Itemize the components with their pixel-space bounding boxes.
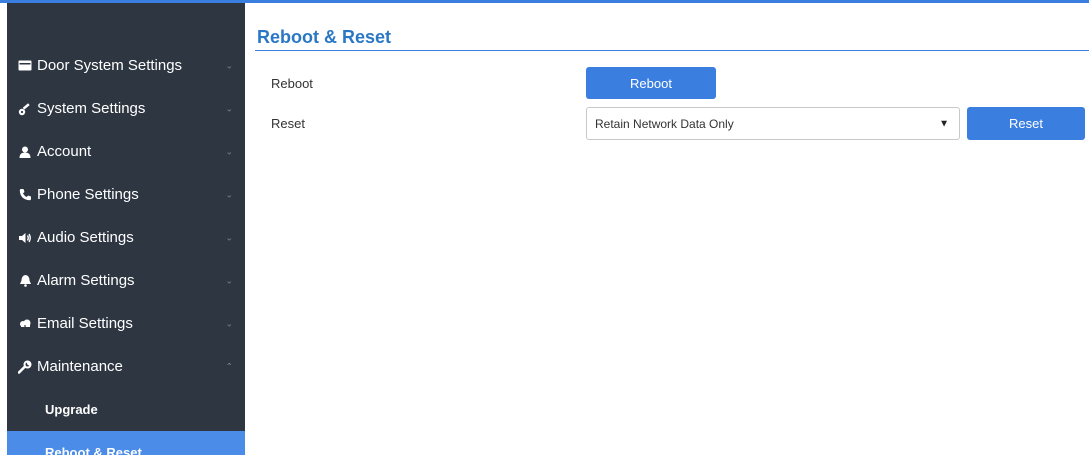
chevron-up-icon: ⌃ — [225, 361, 233, 371]
chevron-down-icon: ⌄ — [225, 103, 233, 113]
reset-mode-selected-value: Retain Network Data Only — [595, 116, 734, 131]
sidebar-item-label: Phone Settings — [37, 186, 139, 203]
door-icon — [17, 59, 33, 73]
sidebar-item-phone-settings[interactable]: Phone Settings ⌄ — [7, 173, 245, 216]
reset-mode-select[interactable]: Retain Network Data Only ▼ — [586, 107, 960, 140]
settings-key-icon — [17, 102, 33, 116]
sidebar-item-account[interactable]: Account ⌄ — [7, 130, 245, 173]
sidebar-subitem-label: Upgrade — [45, 402, 98, 417]
main-content: Reboot & Reset Reboot Reboot Reset Retai… — [255, 3, 1089, 455]
reset-button[interactable]: Reset — [967, 107, 1085, 140]
sidebar-item-audio-settings[interactable]: Audio Settings ⌄ — [7, 216, 245, 259]
reboot-button[interactable]: Reboot — [586, 67, 716, 99]
sidebar-item-system-settings[interactable]: System Settings ⌄ — [7, 87, 245, 130]
reboot-label: Reboot — [271, 76, 313, 91]
sidebar-item-label: Door System Settings — [37, 57, 183, 74]
sidebar-item-maintenance[interactable]: Maintenance ⌃ — [7, 345, 245, 388]
sidebar-item-label: Audio Settings — [37, 229, 134, 246]
cloud-icon — [17, 317, 33, 331]
page-title: Reboot & Reset — [257, 27, 392, 47]
chevron-down-icon: ⌄ — [225, 232, 233, 242]
dropdown-arrow-icon: ▼ — [939, 118, 949, 129]
chevron-down-icon: ⌄ — [225, 275, 233, 285]
sidebar-item-alarm-settings[interactable]: Alarm Settings ⌄ — [7, 259, 245, 302]
chevron-down-icon: ⌄ — [225, 318, 233, 328]
sidebar-item-door-system-settings[interactable]: Door System Settings ⌄ — [7, 44, 245, 87]
sidebar-subitem-upgrade[interactable]: Upgrade — [7, 388, 245, 431]
sidebar-subitem-reboot-reset[interactable]: Reboot & Reset — [7, 431, 245, 455]
sidebar-nav: Door System Settings ⌄ System Settings ⌄… — [7, 44, 245, 455]
user-icon — [17, 145, 33, 159]
sidebar-subitem-label: Reboot & Reset — [45, 445, 142, 455]
title-divider — [255, 50, 1089, 51]
phone-icon — [17, 188, 33, 202]
bell-icon — [17, 274, 33, 288]
speaker-icon — [17, 231, 33, 245]
sidebar-item-email-settings[interactable]: Email Settings ⌄ — [7, 302, 245, 345]
sidebar-item-label: Alarm Settings — [37, 272, 135, 289]
chevron-down-icon: ⌄ — [225, 60, 233, 70]
wrench-icon — [17, 360, 33, 374]
chevron-down-icon: ⌄ — [225, 146, 233, 156]
sidebar-item-label: System Settings — [37, 100, 146, 117]
reset-label: Reset — [271, 116, 305, 131]
sidebar: Door System Settings ⌄ System Settings ⌄… — [7, 3, 245, 455]
sidebar-item-label: Email Settings — [37, 315, 133, 332]
chevron-down-icon: ⌄ — [225, 189, 233, 199]
sidebar-item-label: Account — [37, 143, 92, 160]
sidebar-item-label: Maintenance — [37, 358, 123, 375]
